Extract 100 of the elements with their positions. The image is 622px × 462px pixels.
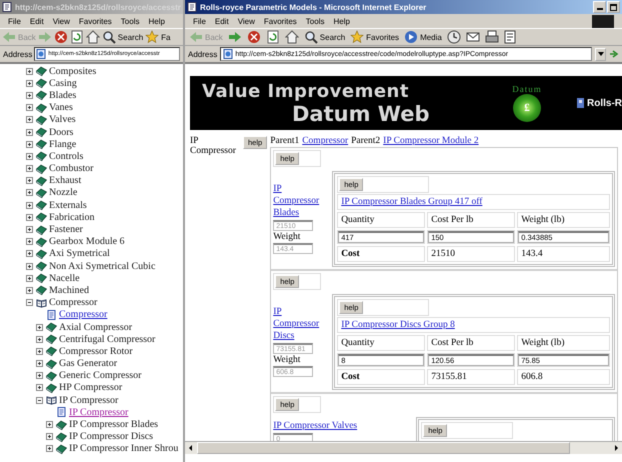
menu-item[interactable]: View [238, 16, 255, 26]
forward-arrow-icon [38, 30, 52, 44]
maximize-button[interactable] [607, 1, 620, 13]
mail-button[interactable] [466, 30, 480, 44]
column-header: Cost Per lb [427, 335, 516, 351]
media-button[interactable]: Media [404, 30, 442, 44]
table-cell: 73155.81 [427, 369, 516, 385]
book-icon [46, 322, 57, 332]
menu-item[interactable]: Favorites [264, 16, 297, 26]
page-icon [46, 310, 57, 320]
book-icon [36, 90, 47, 100]
table-cell: 21510 [427, 246, 516, 262]
book-icon [56, 444, 67, 454]
parent-link[interactable]: Compressor [302, 136, 348, 146]
caret-icon [598, 52, 604, 56]
menu-item[interactable]: File [193, 16, 206, 26]
book-icon [36, 236, 47, 247]
book-icon [36, 78, 47, 88]
search-icon [102, 30, 116, 44]
left-arrow-icon[interactable] [187, 444, 195, 452]
book-icon [46, 370, 57, 381]
media-icon [404, 30, 418, 44]
book-icon [36, 127, 47, 138]
book-icon [36, 285, 47, 296]
window-title: Rolls-royce Parametric Models - Microsoft Internet Explorer [200, 2, 428, 12]
book-icon [36, 273, 47, 284]
book-icon [36, 164, 47, 174]
column-header: Quantity [337, 212, 426, 228]
parent-label: Parent2 [351, 136, 380, 146]
search-icon [304, 30, 318, 44]
column-header: Weight (lb) [517, 335, 610, 351]
book-icon [36, 176, 47, 186]
table-cell: Cost [337, 246, 426, 262]
back-arrow-icon [189, 30, 203, 44]
banner-subtitle: Datum Web [291, 102, 430, 126]
logo-emblem: £ [513, 94, 541, 122]
go-arrow-icon[interactable] [609, 49, 619, 59]
menu-item[interactable]: Help [333, 16, 350, 26]
page-icon [223, 49, 234, 59]
book-icon [36, 212, 47, 222]
menu-item[interactable]: Tools [306, 16, 324, 26]
stop-button[interactable] [246, 30, 261, 44]
logo-caption: Datum [512, 84, 542, 94]
book-icon [36, 200, 47, 210]
table-cell: Cost [337, 369, 426, 385]
menu-item[interactable]: Edit [214, 16, 229, 26]
brand-mark-icon [577, 98, 584, 108]
stop-icon [246, 30, 261, 44]
brand-name: Rolls-R [587, 98, 622, 108]
book-icon [46, 358, 57, 369]
star-icon [145, 30, 160, 44]
horizontal-scrollbar[interactable] [185, 441, 622, 454]
column-header: Cost Per lb [427, 212, 516, 228]
edit-button[interactable] [504, 30, 518, 44]
address-label: Address [188, 50, 218, 58]
weight-label: Weight [273, 355, 302, 365]
parent-link[interactable]: IP Compressor Module 2 [383, 136, 479, 146]
component-link[interactable]: IP Compressor Discs [273, 306, 330, 342]
favorites-button[interactable]: Favorites [350, 30, 400, 44]
component-link[interactable]: IP Compressor Valves [273, 420, 414, 432]
minimize-button[interactable] [593, 1, 606, 13]
column-header: Quantity [337, 335, 426, 351]
home-button[interactable] [284, 30, 299, 44]
book-icon [36, 114, 47, 125]
page-icon [36, 49, 46, 59]
book-icon [56, 420, 67, 430]
maximize-icon [610, 4, 617, 10]
dropdown-button[interactable] [595, 48, 606, 60]
component-link[interactable]: IP Compressor Blades [273, 183, 330, 219]
search-button[interactable]: Search [304, 30, 346, 44]
parent-label: Parent1 [270, 136, 300, 146]
print-button[interactable] [484, 30, 499, 44]
open-book-icon [36, 298, 47, 308]
book-icon [46, 334, 57, 344]
book-icon [46, 382, 57, 393]
book-icon [36, 102, 47, 113]
book-icon [36, 188, 47, 198]
book-icon [36, 224, 47, 235]
book-icon [36, 248, 47, 259]
address-label: Address [3, 50, 32, 58]
book-icon [36, 139, 47, 150]
history-button[interactable] [446, 30, 461, 44]
column-header: Weight (lb) [517, 212, 610, 228]
component-name: IP Compressor [190, 136, 237, 156]
open-book-icon [46, 395, 57, 406]
book-icon [46, 346, 57, 356]
history-icon [446, 30, 461, 44]
refresh-button[interactable] [266, 30, 280, 44]
page-icon [56, 407, 67, 418]
right-arrow-icon[interactable] [612, 444, 620, 452]
table-cell: 143.4 [517, 246, 610, 262]
stop-icon [54, 30, 68, 44]
table-cell: 606.8 [517, 369, 610, 385]
weight-label: Weight [273, 232, 302, 242]
page-icon [2, 2, 12, 12]
book-icon [36, 261, 47, 272]
banner-title: Value Improvement [202, 80, 410, 102]
mail-icon [466, 30, 480, 44]
book-icon [36, 66, 47, 76]
home-icon [86, 30, 100, 44]
